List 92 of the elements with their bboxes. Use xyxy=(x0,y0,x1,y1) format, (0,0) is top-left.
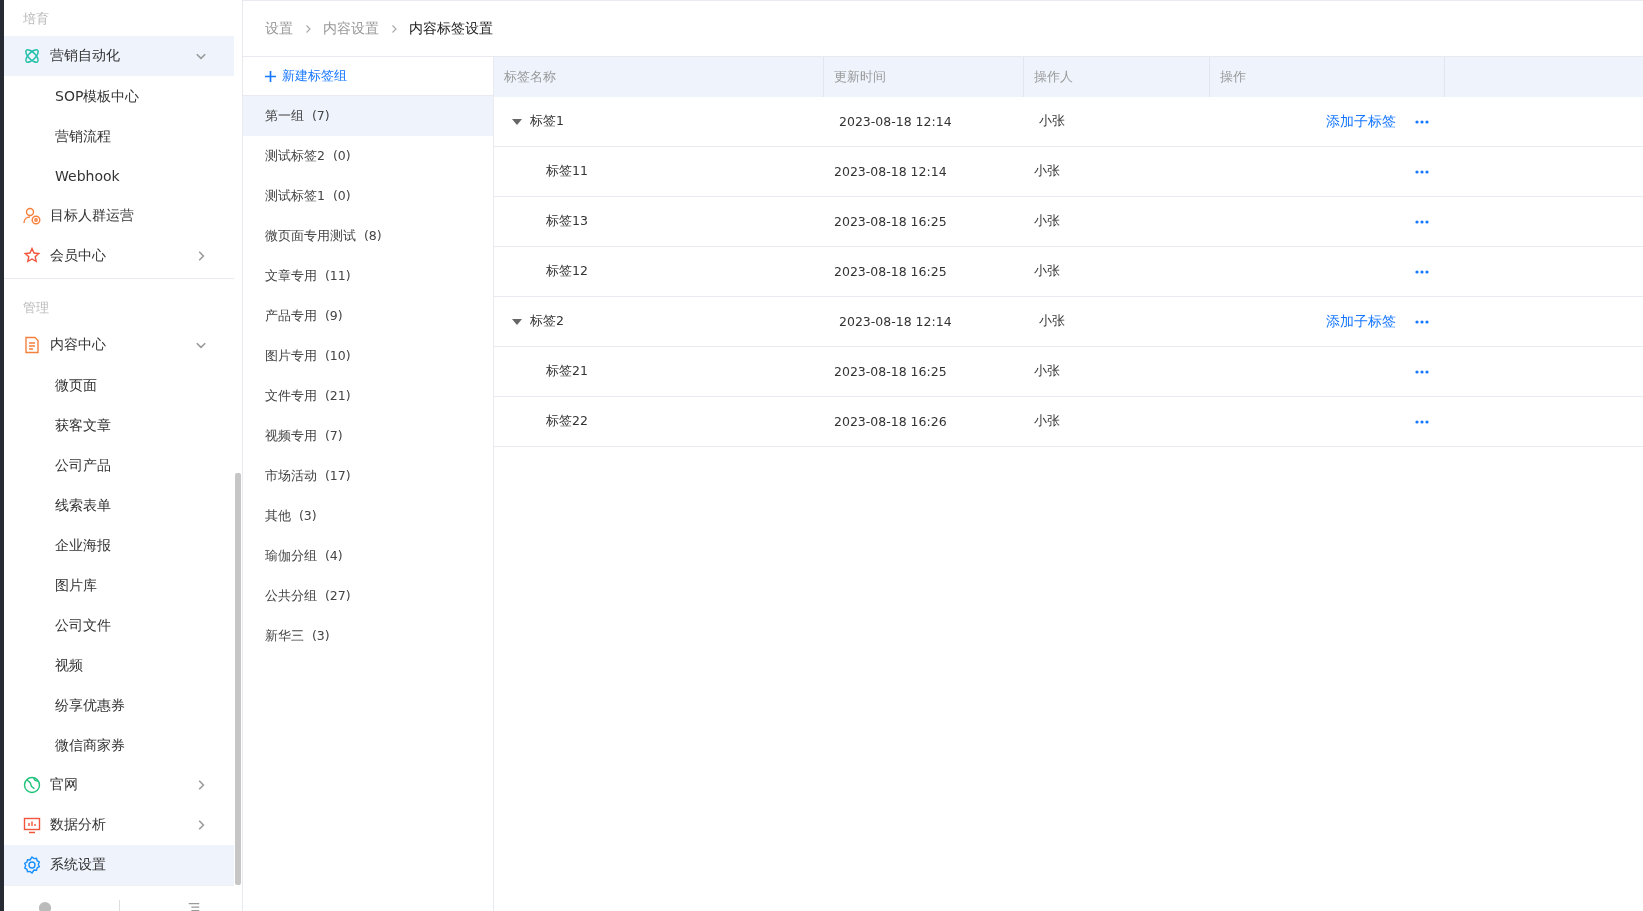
settings-icon xyxy=(23,856,41,874)
table-cell: 标签2 xyxy=(530,313,564,330)
more-icon[interactable] xyxy=(1415,119,1429,124)
nav-subitem[interactable]: 线索表单 xyxy=(4,485,234,525)
breadcrumb-item: 内容标签设置 xyxy=(409,19,493,38)
section-label: 管理 xyxy=(22,299,50,317)
group-item[interactable]: 新华三 (3) xyxy=(243,616,493,656)
table-cell: 2023-08-18 16:25 xyxy=(834,364,947,379)
nav-label: 目标人群运营 xyxy=(50,207,135,225)
nav-item[interactable]: 官网 xyxy=(4,765,234,805)
group-item[interactable]: 公共分组 (27) xyxy=(243,576,493,616)
group-item[interactable]: 微页面专用测试 (8) xyxy=(243,216,493,256)
table-cell: 标签12 xyxy=(546,263,588,280)
document-icon xyxy=(23,336,41,354)
globe-icon xyxy=(23,776,41,794)
nav-item[interactable]: 数据分析 xyxy=(4,805,234,845)
group-item[interactable]: 产品专用 (9) xyxy=(243,296,493,336)
nav-item[interactable]: 会员中心 xyxy=(4,236,234,276)
nav-item[interactable]: 系统设置 xyxy=(4,845,234,885)
group-item[interactable]: 瑜伽分组 (4) xyxy=(243,536,493,576)
table-cell: 标签13 xyxy=(546,213,588,230)
group-item[interactable]: 测试标签2 (0) xyxy=(243,136,493,176)
plus-icon xyxy=(265,70,276,82)
chevron-icon xyxy=(389,23,399,34)
group-item[interactable]: 图片专用 (10) xyxy=(243,336,493,376)
column-header: 更新时间 xyxy=(824,57,1024,97)
column-header: 标签名称 xyxy=(494,57,824,97)
table-cell: 小张 xyxy=(1034,413,1060,430)
nav-subitem[interactable]: 企业海报 xyxy=(4,525,234,565)
monitor-chart-icon xyxy=(23,816,41,834)
group-item[interactable]: 市场活动 (17) xyxy=(243,456,493,496)
nav-subitem[interactable]: 获客文章 xyxy=(4,405,234,445)
list-icon[interactable] xyxy=(186,901,201,911)
nav-label: 系统设置 xyxy=(50,856,107,874)
add-subtag-link[interactable]: 添加子标签 xyxy=(1326,112,1396,131)
scrollbar[interactable] xyxy=(235,473,241,885)
nav-subitem[interactable]: 图片库 xyxy=(4,565,234,605)
table-cell: 小张 xyxy=(1034,363,1060,380)
table-cell: 小张 xyxy=(1039,113,1065,130)
nav-label: 营销自动化 xyxy=(50,47,121,65)
nav-label: 数据分析 xyxy=(50,816,107,834)
table-cell: 小张 xyxy=(1034,213,1060,230)
person-target-icon xyxy=(23,207,41,225)
nav-label: 会员中心 xyxy=(50,247,107,265)
nav-subitem[interactable]: 微信商家券 xyxy=(4,725,234,765)
nav-subitem[interactable]: 纷享优惠券 xyxy=(4,685,234,725)
more-icon[interactable] xyxy=(1415,219,1429,224)
table-cell: 2023-08-18 12:14 xyxy=(839,314,952,329)
atom-icon xyxy=(23,47,41,65)
table-cell: 2023-08-18 16:25 xyxy=(834,214,947,229)
nav-item[interactable]: 目标人群运营 xyxy=(4,196,234,236)
more-icon[interactable] xyxy=(1415,319,1429,324)
group-item[interactable]: 文章专用 (11) xyxy=(243,256,493,296)
column-header: 操作 xyxy=(1210,57,1445,97)
nav-label: 官网 xyxy=(50,776,79,794)
group-item[interactable]: 测试标签1 (0) xyxy=(243,176,493,216)
nav-item[interactable]: 营销自动化 xyxy=(4,36,234,76)
column-header: 操作人 xyxy=(1024,57,1210,97)
table-cell: 2023-08-18 12:14 xyxy=(839,114,952,129)
group-item[interactable]: 视频专用 (7) xyxy=(243,416,493,456)
more-icon[interactable] xyxy=(1415,269,1429,274)
table-cell: 小张 xyxy=(1039,313,1065,330)
nav-subitem[interactable]: 公司文件 xyxy=(4,605,234,645)
nav-subitem[interactable]: 微页面 xyxy=(4,365,234,405)
more-icon[interactable] xyxy=(1415,369,1429,374)
table-cell: 标签22 xyxy=(546,413,588,430)
nav-subitem[interactable]: Webhook xyxy=(4,156,234,196)
table-cell: 小张 xyxy=(1034,163,1060,180)
star-icon xyxy=(23,247,41,265)
nav-subitem[interactable]: SOP模板中心 xyxy=(4,76,234,116)
more-icon[interactable] xyxy=(1415,169,1429,174)
table-cell: 2023-08-18 16:26 xyxy=(834,414,947,429)
nav-item[interactable]: 内容中心 xyxy=(4,325,234,365)
caret-icon[interactable] xyxy=(512,118,522,125)
nav-subitem[interactable]: 营销流程 xyxy=(4,116,234,156)
table-cell: 2023-08-18 12:14 xyxy=(834,164,947,179)
group-item[interactable]: 文件专用 (21) xyxy=(243,376,493,416)
nav-subitem[interactable]: 公司产品 xyxy=(4,445,234,485)
table-cell: 标签1 xyxy=(530,113,564,130)
table-cell: 标签11 xyxy=(546,163,588,180)
chevron-icon xyxy=(303,23,313,34)
more-icon[interactable] xyxy=(1415,419,1429,424)
nav-label: 内容中心 xyxy=(50,336,107,354)
table-cell: 小张 xyxy=(1034,263,1060,280)
table-cell: 标签21 xyxy=(546,363,588,380)
add-subtag-link[interactable]: 添加子标签 xyxy=(1326,312,1396,331)
table-cell: 2023-08-18 16:25 xyxy=(834,264,947,279)
group-item[interactable]: 其他 (3) xyxy=(243,496,493,536)
caret-icon[interactable] xyxy=(512,318,522,325)
group-item[interactable]: 第一组 (7) xyxy=(243,96,493,136)
section-label: 培育 xyxy=(22,10,50,28)
nav-subitem[interactable]: 视频 xyxy=(4,645,234,685)
